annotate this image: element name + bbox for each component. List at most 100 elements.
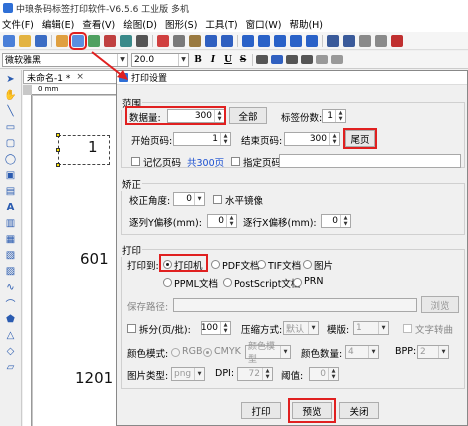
selected-text-object[interactable]	[58, 135, 110, 165]
underline-button[interactable]: U	[222, 55, 234, 65]
menu-edit[interactable]: 编辑(E)	[42, 17, 74, 31]
column-y-offset-input[interactable]: 0 ▲ ▼	[207, 214, 237, 228]
print-to-tif-radio[interactable]	[257, 260, 266, 269]
end-page-input[interactable]: 300 ▲ ▼	[284, 132, 340, 146]
specify-page-input[interactable]	[279, 154, 461, 168]
color-count-select[interactable]: 4 ▼	[345, 345, 379, 359]
template-select[interactable]: 1 ▼	[353, 321, 389, 335]
align-text-left-icon[interactable]	[256, 55, 268, 64]
spinner-icon[interactable]: ▲ ▼	[328, 368, 338, 380]
delete-icon[interactable]	[391, 34, 403, 47]
vertical-text-icon[interactable]	[316, 55, 328, 64]
spinner-icon[interactable]: ▲ ▼	[262, 368, 272, 380]
zoom-page-icon[interactable]	[306, 34, 318, 47]
resize-handle[interactable]	[56, 133, 60, 137]
label-text-601[interactable]: 601	[80, 250, 109, 268]
font-family-select[interactable]: 微软雅黑 ▼	[2, 52, 128, 67]
start-page-input[interactable]: 1 ▲ ▼	[173, 132, 231, 146]
polygon-icon[interactable]: ⬟	[4, 313, 18, 326]
menu-shape[interactable]: 图形(S)	[165, 17, 197, 31]
color-model-select[interactable]: 颜色模型 ▼	[245, 342, 291, 365]
bpp-select[interactable]: 2 ▼	[417, 345, 449, 359]
row-x-offset-input[interactable]: 0 ▲ ▼	[321, 214, 351, 228]
chevron-down-icon[interactable]: ▼	[378, 322, 388, 334]
compress-select[interactable]: 默认 ▼	[283, 321, 319, 335]
menu-tools[interactable]: 工具(T)	[205, 17, 237, 31]
resize-handle[interactable]	[56, 163, 60, 167]
qrcode-tool-icon[interactable]: ▦	[4, 233, 18, 246]
color-cmyk-radio[interactable]	[203, 348, 212, 357]
close-button[interactable]: 关闭	[339, 402, 379, 419]
image-type-select[interactable]: png ▼	[171, 367, 205, 381]
text-convert-checkbox[interactable]	[403, 324, 412, 333]
text-spacing-icon[interactable]	[331, 55, 343, 64]
chevron-down-icon[interactable]: ▼	[308, 322, 318, 334]
spinner-icon[interactable]: ▲ ▼	[329, 133, 339, 145]
print-to-prn-radio[interactable]	[293, 278, 302, 287]
spinner-icon[interactable]: ▲ ▼	[226, 215, 236, 227]
rectangle-icon[interactable]: ▭	[4, 121, 18, 134]
align-right-icon[interactable]	[343, 34, 355, 47]
copies-input[interactable]: 1 ▲ ▼	[322, 109, 346, 123]
label-text-1201[interactable]: 1201	[75, 369, 113, 387]
align-text-center-icon[interactable]	[271, 55, 283, 64]
print-icon[interactable]	[69, 31, 87, 50]
label-text-1[interactable]: 1	[88, 138, 98, 156]
copy-icon[interactable]	[173, 34, 185, 47]
undo-icon[interactable]	[205, 34, 217, 47]
spinner-icon[interactable]: ▲ ▼	[220, 133, 230, 145]
chevron-down-icon[interactable]: ▼	[438, 346, 448, 358]
zoom-actual-icon[interactable]	[290, 34, 302, 47]
new-file-icon[interactable]	[3, 34, 15, 47]
settings-icon[interactable]	[56, 34, 68, 47]
spinner-icon[interactable]: ▲ ▼	[220, 322, 230, 334]
angle-select[interactable]: 0 ▼	[173, 192, 205, 206]
mirror-checkbox[interactable]	[213, 195, 222, 204]
database-icon[interactable]	[104, 34, 116, 47]
picture-icon[interactable]: ▤	[4, 185, 18, 198]
ellipse-icon[interactable]: ◯	[4, 153, 18, 166]
grid-icon[interactable]	[136, 34, 148, 47]
menu-draw[interactable]: 绘图(D)	[123, 17, 157, 31]
paste-icon[interactable]	[189, 34, 201, 47]
print-to-image-radio[interactable]	[303, 260, 312, 269]
all-button[interactable]: 全部	[229, 107, 267, 124]
chevron-down-icon[interactable]: ▼	[194, 368, 204, 380]
split-input[interactable]: 100 ▲ ▼	[201, 321, 231, 335]
triangle-icon[interactable]: △	[4, 329, 18, 342]
menu-window[interactable]: 窗口(W)	[246, 17, 282, 31]
text-icon[interactable]: A	[4, 201, 18, 214]
print-to-postscript-radio[interactable]	[223, 278, 232, 287]
parallelogram-icon[interactable]: ▱	[4, 361, 18, 374]
split-checkbox[interactable]	[127, 324, 136, 333]
print-preview-icon[interactable]	[88, 34, 100, 47]
table-tool-icon[interactable]: ▨	[4, 265, 18, 278]
hand-icon[interactable]: ✋	[4, 89, 18, 102]
dpi-input[interactable]: 72 ▲ ▼	[237, 367, 273, 381]
zoom-out-icon[interactable]	[258, 34, 270, 47]
chevron-down-icon[interactable]: ▼	[178, 53, 188, 66]
curve-icon[interactable]: ∿	[4, 281, 18, 294]
specify-page-checkbox[interactable]	[231, 157, 240, 166]
barcode-tool-icon[interactable]: ▥	[4, 217, 18, 230]
chevron-down-icon[interactable]: ▼	[194, 193, 204, 205]
zoom-in-icon[interactable]	[242, 34, 254, 47]
menu-file[interactable]: 文件(F)	[2, 17, 34, 31]
ungroup-icon[interactable]	[375, 34, 387, 47]
open-folder-icon[interactable]	[19, 34, 31, 47]
rounded-rectangle-icon[interactable]: ▢	[4, 137, 18, 150]
group-icon[interactable]	[359, 34, 371, 47]
justify-icon[interactable]	[301, 55, 313, 64]
font-size-select[interactable]: 20.0 ▼	[131, 52, 189, 67]
threshold-input[interactable]: 0 ▲ ▼	[309, 367, 339, 381]
menu-help[interactable]: 帮助(H)	[289, 17, 323, 31]
pointer-icon[interactable]: ➤	[4, 73, 18, 86]
menu-view[interactable]: 查看(V)	[82, 17, 115, 31]
diamond-icon[interactable]: ◇	[4, 345, 18, 358]
print-to-pdf-radio[interactable]	[211, 260, 220, 269]
chevron-down-icon[interactable]: ▼	[280, 346, 290, 358]
chevron-down-icon[interactable]: ▼	[368, 346, 378, 358]
italic-button[interactable]: I	[207, 55, 219, 65]
spinner-icon[interactable]: ▲ ▼	[340, 215, 350, 227]
bold-button[interactable]: B	[192, 55, 204, 65]
